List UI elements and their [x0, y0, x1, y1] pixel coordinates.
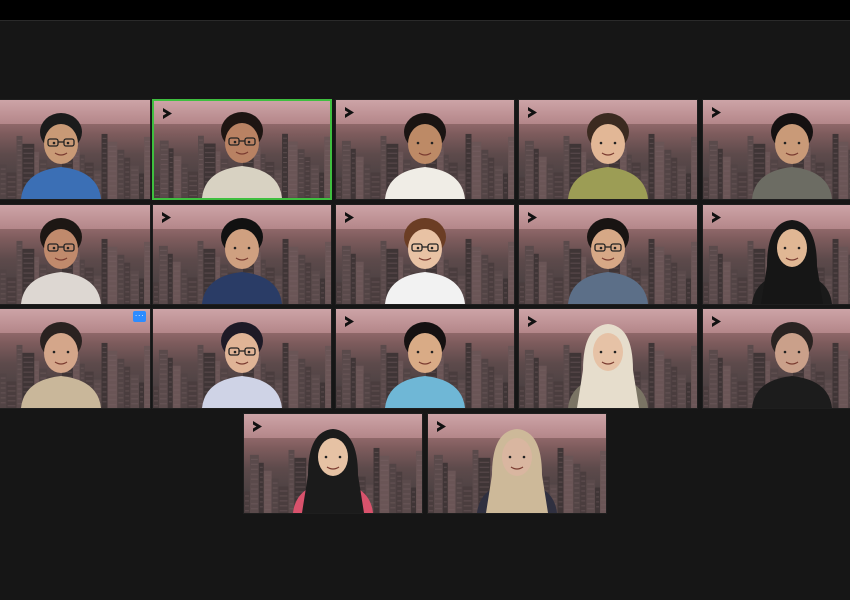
participant-tile[interactable]: [152, 204, 332, 305]
participant-tile[interactable]: [0, 99, 151, 200]
participant-video: [370, 205, 480, 304]
background-logo-icon: [343, 106, 356, 119]
background-logo-icon: [526, 211, 539, 224]
participant-tile[interactable]: [702, 308, 850, 409]
participant-video: [187, 205, 297, 304]
participant-video: [187, 101, 297, 198]
background-logo-icon: [710, 211, 723, 224]
participant-video: [6, 100, 116, 199]
background-logo-icon: [526, 315, 539, 328]
background-logo-icon: [710, 315, 723, 328]
participant-tile[interactable]: [0, 204, 151, 305]
participant-gallery: [0, 0, 850, 600]
participant-video: [737, 309, 847, 408]
background-logo-icon: [343, 211, 356, 224]
background-logo-icon: [526, 106, 539, 119]
participant-video: [553, 100, 663, 199]
background-logo-icon: [343, 315, 356, 328]
participant-video: [737, 205, 847, 304]
participant-video: [553, 205, 663, 304]
participant-tile[interactable]: [518, 204, 698, 305]
participant-tile[interactable]: [702, 204, 850, 305]
participant-tile[interactable]: [335, 204, 515, 305]
participant-video: [553, 309, 663, 408]
participant-tile[interactable]: [518, 308, 698, 409]
background-logo-icon: [710, 106, 723, 119]
participant-video: [462, 414, 572, 513]
background-logo-icon: [251, 420, 264, 433]
participant-video: [187, 309, 297, 408]
participant-tile[interactable]: [335, 99, 515, 200]
participant-tile[interactable]: [0, 308, 151, 409]
participant-tile[interactable]: [427, 413, 607, 514]
participant-tile[interactable]: [335, 308, 515, 409]
participant-video: [370, 100, 480, 199]
participant-tile[interactable]: [702, 99, 850, 200]
background-logo-icon: [435, 420, 448, 433]
participant-video: [370, 309, 480, 408]
participant-video: [6, 309, 116, 408]
participant-tile[interactable]: [518, 99, 698, 200]
participant-video: [737, 100, 847, 199]
more-options-button[interactable]: ···: [133, 311, 146, 322]
participant-video: [278, 414, 388, 513]
background-logo-icon: [160, 211, 173, 224]
background-logo-icon: [161, 107, 174, 120]
participant-tile-active-speaker[interactable]: [152, 99, 332, 200]
participant-video: [6, 205, 116, 304]
participant-tile[interactable]: [243, 413, 423, 514]
participant-tile[interactable]: [152, 308, 332, 409]
